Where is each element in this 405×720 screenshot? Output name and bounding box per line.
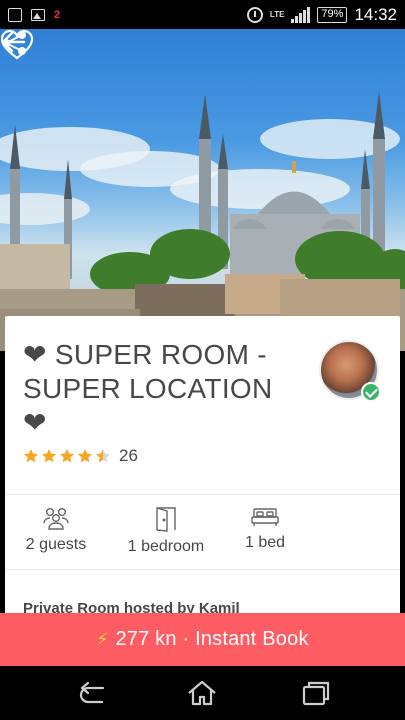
door-icon [156,507,176,532]
listing-title: ❤ SUPER ROOM - SUPER LOCATION ❤ [23,339,273,438]
recents-nav-icon[interactable] [294,678,334,708]
star-icon [77,449,93,463]
clock: 14:32 [354,4,397,24]
notification-count: 2 [54,8,61,21]
amenity-label: 2 guests [25,536,87,553]
signal-icon [291,6,311,23]
amenity-label: 1 bedroom [127,538,205,555]
amenities-row: 2 guests 1 bedroom 1 bed [5,494,400,569]
star-icon [95,449,111,463]
star-icon [23,449,39,463]
lightning-icon: ⚡ [96,629,109,649]
star-icon [59,449,75,463]
amenity-bedrooms: 1 bedroom [125,506,207,556]
review-count: 26 [119,446,138,465]
heart-outline-icon[interactable] [0,29,34,61]
system-nav-bar [0,666,405,720]
instant-book-button[interactable]: ⚡ 277 kn · Instant Book [0,613,405,666]
mosque-illustration [0,91,405,351]
star-icon [41,449,57,463]
network-label: LTE [269,9,285,19]
gallery-icon [31,8,45,21]
divider [5,569,400,570]
status-bar: 2 LTE 79% 14:32 [0,0,405,29]
home-nav-icon[interactable] [182,678,222,708]
verified-check-icon [361,382,381,402]
back-nav-icon[interactable] [72,678,112,708]
amenity-label: 1 bed [244,534,286,551]
battery-indicator: 79% [317,6,348,23]
alarm-icon [246,6,263,23]
bed-icon [251,508,279,526]
rating[interactable]: 26 [23,446,138,466]
book-label: 277 kn · Instant Book [115,628,309,650]
screenshot-icon [8,7,22,22]
guests-icon [43,508,69,530]
rating-stars [23,448,111,464]
listing-photo[interactable] [0,29,405,351]
listing-card: ❤ SUPER ROOM - SUPER LOCATION ❤ 26 2 gue… [5,316,400,616]
amenity-guests: 2 guests [23,506,89,554]
amenity-beds: 1 bed [243,506,287,552]
